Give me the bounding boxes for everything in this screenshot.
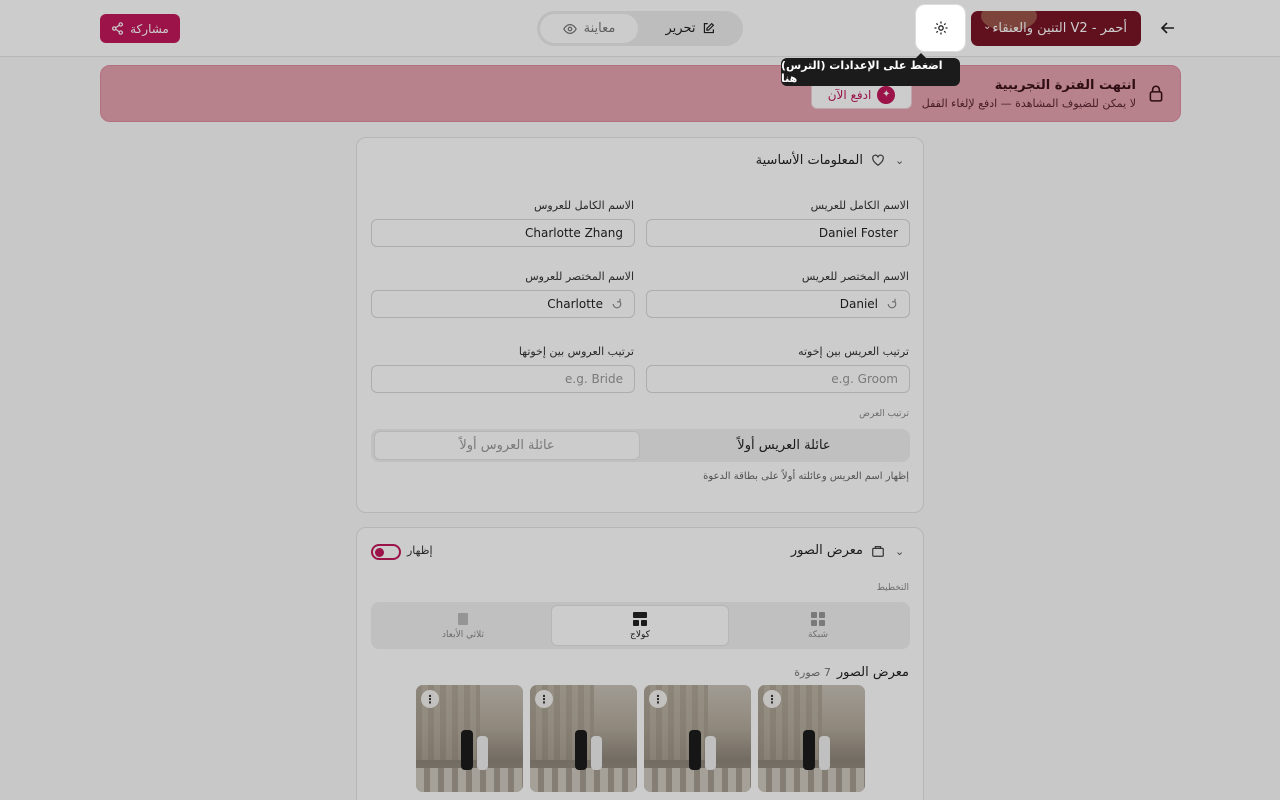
grid-icon [810, 611, 826, 627]
gallery-photo[interactable]: ⋮ [644, 685, 751, 792]
more-options-icon[interactable]: ⋮ [535, 690, 553, 708]
display-order-label: ترتيب العرض [859, 409, 909, 419]
groom-full-name-input[interactable]: Daniel Foster [646, 219, 910, 247]
basic-info-card: ⌄ المعلومات الأساسية الاسم الكامل للعريس… [356, 137, 924, 513]
option-bride-first[interactable]: عائلة العروس أولاً [374, 431, 640, 460]
layout-label: التخطيط [876, 583, 909, 593]
bride-full-name-input[interactable]: Charlotte Zhang [371, 219, 635, 247]
eye-icon [562, 22, 577, 36]
bride-full-name-label: الاسم الكامل للعروس [533, 199, 634, 212]
banner-title: انتهت الفترة التجريبية [994, 78, 1136, 93]
share-button[interactable]: مشاركة [100, 14, 180, 43]
gallery-label: معرض الصور [836, 665, 909, 680]
gallery-photo[interactable]: ⋮ [758, 685, 865, 792]
preview-label: معاينة [583, 21, 616, 36]
settings-button[interactable] [916, 5, 965, 51]
gallery-photo[interactable]: ⋮ [530, 685, 637, 792]
image-icon [871, 544, 885, 558]
theme-selector[interactable]: ⌄ التنين والعنقاء V2 - أحمر [971, 11, 1141, 46]
display-order-selector: عائلة العريس أولاً عائلة العروس أولاً [371, 429, 910, 462]
groom-order-input[interactable]: e.g. Groom [646, 365, 910, 393]
layout-option-3d[interactable]: ثلاثي الأبعاد [374, 605, 552, 646]
edit-mode-button[interactable]: تحرير [641, 14, 740, 43]
layout-option-collage[interactable]: كولاج [551, 605, 729, 646]
lock-icon [1147, 84, 1165, 102]
gallery-photo[interactable]: ⋮ [416, 685, 523, 792]
preview-mode-button[interactable]: معاينة [540, 14, 638, 43]
edit-icon [702, 22, 715, 35]
bride-short-name-label: الاسم المختصر للعروس [525, 270, 634, 283]
trial-ended-banner: انتهت الفترة التجريبية لا يمكن للضيوف ال… [100, 65, 1181, 122]
edit-label: تحرير [665, 21, 696, 36]
layout-option-grid[interactable]: شبكة [729, 605, 907, 646]
chevron-down-icon[interactable]: ⌄ [895, 545, 904, 558]
section-title: المعلومات الأساسية [755, 153, 863, 168]
groom-order-label: ترتيب العريس بين إخوته [798, 345, 909, 358]
collage-icon [632, 611, 648, 627]
more-options-icon[interactable]: ⋮ [763, 690, 781, 708]
groom-short-name-input[interactable]: Daniel [646, 290, 910, 318]
show-gallery-toggle[interactable] [371, 544, 401, 560]
groom-short-name-label: الاسم المختصر للعريس [801, 270, 909, 283]
top-bar: مشاركة معاينة تحرير ⌄ التنين والعنقاء V2… [0, 0, 1280, 57]
reset-icon[interactable] [886, 298, 898, 310]
bride-order-input[interactable]: e.g. Bride [371, 365, 635, 393]
chevron-down-icon: ⌄ [983, 21, 992, 32]
banner-subtitle: لا يمكن للضيوف المشاهدة — ادفع لإلغاء ال… [921, 97, 1136, 110]
option-groom-first[interactable]: عائلة العريس أولاً [661, 431, 907, 460]
chevron-down-icon[interactable]: ⌄ [895, 154, 904, 167]
settings-tooltip: اضغط على الإعدادات (الترس) هنا [781, 53, 960, 86]
section-title: معرض الصور [790, 543, 863, 558]
theme-label: التنين والعنقاء V2 - أحمر [992, 21, 1127, 36]
arrow-left-icon [1160, 20, 1176, 36]
cube-icon [455, 611, 471, 627]
share-label: مشاركة [130, 21, 169, 36]
gear-icon [933, 20, 949, 36]
groom-full-name-label: الاسم الكامل للعريس [810, 199, 909, 212]
back-button[interactable] [1156, 16, 1180, 40]
gallery-heading: معرض الصور 7 صورة [794, 665, 909, 680]
bride-order-label: ترتيب العروس بين إخوتها [518, 345, 634, 358]
gallery-card: ⌄ معرض الصور إظهار التخطيط شبكة كولاج ثل… [356, 527, 924, 800]
sparkle-icon: ✦ [877, 85, 896, 104]
share-icon [111, 22, 124, 35]
pay-now-label: ادفع الآن [827, 87, 872, 102]
reset-icon[interactable] [611, 298, 623, 310]
layout-selector: شبكة كولاج ثلاثي الأبعاد [371, 602, 910, 649]
bride-short-name-input[interactable]: Charlotte [371, 290, 635, 318]
heart-icon [871, 153, 885, 167]
show-label: إظهار [407, 544, 433, 557]
mode-toggle: معاينة تحرير [537, 11, 743, 46]
more-options-icon[interactable]: ⋮ [649, 690, 667, 708]
display-order-hint: إظهار اسم العريس وعائلته أولاً على بطاقة… [703, 471, 909, 482]
more-options-icon[interactable]: ⋮ [421, 690, 439, 708]
photo-count: 7 صورة [794, 666, 831, 679]
